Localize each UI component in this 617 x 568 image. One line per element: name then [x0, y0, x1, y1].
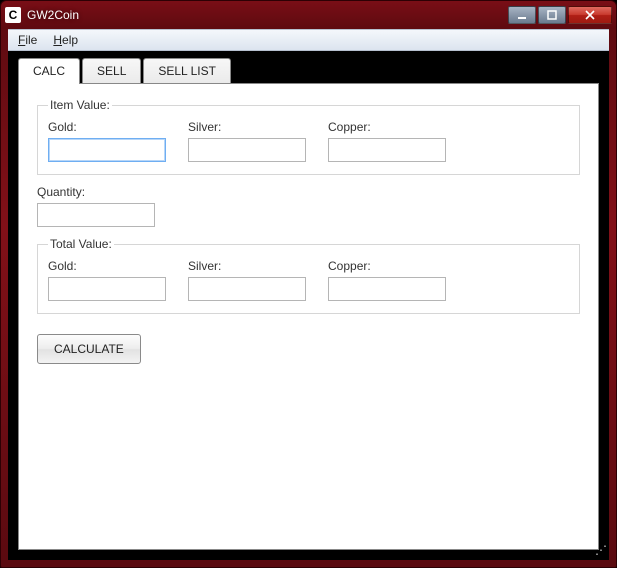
quantity-label: Quantity:: [37, 185, 580, 199]
group-item-value-legend: Item Value:: [48, 98, 112, 112]
window-title: GW2Coin: [27, 8, 79, 22]
tabpanel-calc: Item Value: Gold: Silver: Copper:: [18, 83, 599, 550]
menu-help[interactable]: Help: [45, 31, 86, 49]
total-gold-label: Gold:: [48, 259, 166, 273]
group-total-value: Total Value: Gold: Silver: Copper:: [37, 237, 580, 314]
tab-calc[interactable]: CALC: [18, 58, 80, 84]
tabstrip: CALC SELL SELL LIST: [8, 51, 609, 83]
close-icon: [584, 10, 596, 20]
menubar: File Help: [8, 29, 609, 51]
total-silver-label: Silver:: [188, 259, 306, 273]
tab-sell-list[interactable]: SELL LIST: [143, 58, 231, 84]
quantity-input[interactable]: [37, 203, 155, 227]
group-total-value-legend: Total Value:: [48, 237, 114, 251]
menu-help-label: elp: [62, 33, 78, 47]
window-frame: C GW2Coin File Help CALC SELL SELL LIST: [0, 0, 617, 568]
maximize-button[interactable]: [538, 6, 566, 24]
resize-grip-icon[interactable]: ⋰: [593, 544, 607, 558]
item-silver-input[interactable]: [188, 138, 306, 162]
menu-file-label: ile: [25, 33, 37, 47]
item-copper-input[interactable]: [328, 138, 446, 162]
quantity-block: Quantity:: [37, 185, 580, 227]
item-silver-label: Silver:: [188, 120, 306, 134]
close-button[interactable]: [568, 6, 612, 24]
tab-sell[interactable]: SELL: [82, 58, 141, 84]
total-gold-input[interactable]: [48, 277, 166, 301]
total-copper-input[interactable]: [328, 277, 446, 301]
calculate-button[interactable]: CALCULATE: [37, 334, 141, 364]
item-gold-label: Gold:: [48, 120, 166, 134]
item-copper-label: Copper:: [328, 120, 446, 134]
total-copper-label: Copper:: [328, 259, 446, 273]
app-icon: C: [5, 7, 21, 23]
group-item-value: Item Value: Gold: Silver: Copper:: [37, 98, 580, 175]
client-area: CALC SELL SELL LIST Item Value: Gold: Si…: [8, 51, 609, 560]
window-controls: [506, 6, 612, 24]
menu-file[interactable]: File: [10, 31, 45, 49]
maximize-icon: [547, 10, 557, 20]
minimize-button[interactable]: [508, 6, 536, 24]
item-gold-input[interactable]: [48, 138, 166, 162]
total-silver-input[interactable]: [188, 277, 306, 301]
minimize-icon: [517, 10, 527, 20]
titlebar[interactable]: C GW2Coin: [1, 1, 616, 29]
